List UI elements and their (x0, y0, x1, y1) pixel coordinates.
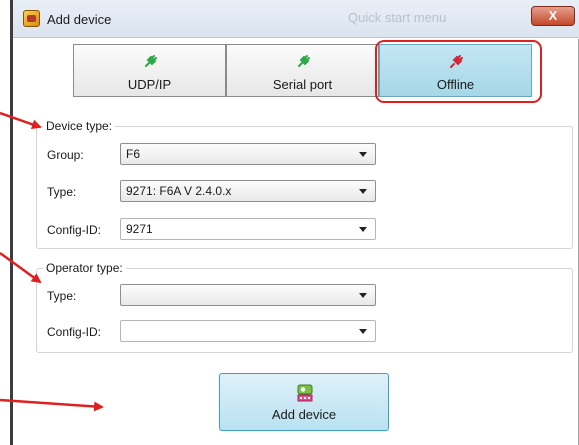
operator-type-label: Type: (47, 289, 77, 303)
chevron-down-icon (359, 293, 367, 298)
tab-offline[interactable]: Offline (379, 44, 532, 97)
chevron-down-icon (359, 152, 367, 157)
group-label: Group: (47, 148, 84, 162)
chevron-down-icon (359, 227, 367, 232)
tab-udp-ip[interactable]: UDP/IP (73, 44, 226, 97)
add-device-button[interactable]: Add device (219, 373, 389, 431)
config-id-select[interactable]: 9271 (120, 218, 376, 240)
group-select-value: F6 (126, 147, 141, 161)
app-icon (23, 10, 40, 27)
operator-config-id-label: Config-ID: (47, 325, 102, 339)
device-type-legend: Device type: (43, 119, 116, 133)
add-device-dialog: Add device Quick start menu X UDP/IP Ser… (10, 0, 579, 445)
device-type-group: Device type: Group: F6 Type: 9271: F6A V… (36, 119, 573, 249)
red-plug-icon (449, 55, 463, 69)
config-id-label: Config-ID: (47, 223, 102, 237)
operator-config-id-select[interactable] (120, 320, 376, 342)
connection-mode-tabs: UDP/IP Serial port Offline (73, 44, 533, 97)
green-plug-icon (143, 55, 157, 69)
close-button[interactable]: X (531, 6, 575, 26)
chevron-down-icon (359, 189, 367, 194)
operator-type-select[interactable] (120, 284, 376, 306)
tab-serial-port[interactable]: Serial port (226, 44, 379, 97)
window-title: Add device (47, 12, 112, 27)
operator-type-legend: Operator type: (43, 261, 126, 275)
add-device-button-label: Add device (271, 407, 337, 422)
operator-type-group: Operator type: Type: Config-ID: (36, 261, 573, 353)
type-label: Type: (47, 185, 77, 199)
group-select[interactable]: F6 (120, 143, 376, 165)
config-id-select-value: 9271 (126, 222, 153, 236)
tab-offline-label: Offline (436, 77, 475, 92)
tab-serial-port-label: Serial port (272, 77, 333, 92)
keyboard-device-icon (297, 384, 313, 402)
background-window-title: Quick start menu (348, 10, 447, 25)
device-type-select[interactable]: 9271: F6A V 2.4.0.x (120, 180, 376, 202)
title-bar: Add device Quick start menu X (13, 0, 579, 38)
device-type-select-value: 9271: F6A V 2.4.0.x (126, 184, 232, 198)
green-plug-icon (296, 55, 310, 69)
chevron-down-icon (359, 329, 367, 334)
tab-udp-ip-label: UDP/IP (127, 77, 172, 92)
dialog-body: UDP/IP Serial port Offline Device type: … (13, 39, 579, 445)
